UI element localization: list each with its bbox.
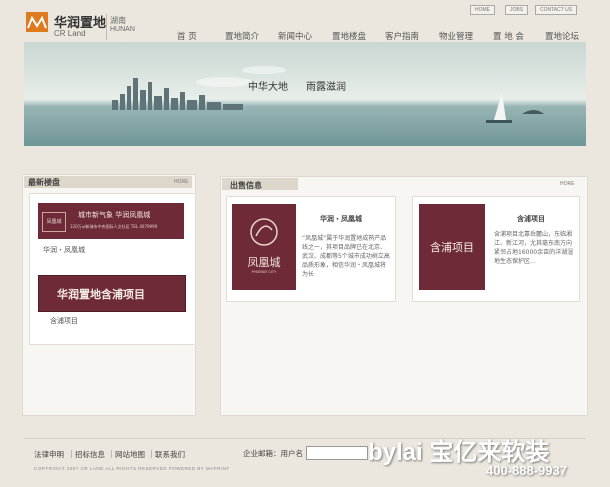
city-skyline-image <box>112 66 544 123</box>
sale-more-link[interactable]: HORE <box>560 181 574 187</box>
sale-panel-title: 出售信息 <box>230 181 262 190</box>
phoenix-card-sub: PHOENIX CITY <box>251 270 277 274</box>
latest-panel-title: 最新楼盘 <box>28 178 60 187</box>
nav-properties[interactable]: 置地楼盘 <box>332 30 366 42</box>
phoenix-card-desc: “凤凰城”属于华润置地成熟产品线之一，其项目品牌已在北京、武汉、成都等5个城市成… <box>302 235 390 278</box>
footer-link-sitemap[interactable]: 网站地图 <box>115 449 145 460</box>
phoenix-ad-info: 120万㎡新城市中央国际人文社区 TEL 4079999 <box>70 224 158 229</box>
phoenix-swirl-icon <box>250 218 278 246</box>
hanpu-card-title[interactable]: 含浦项目 <box>517 214 545 224</box>
phoenix-card-image[interactable]: 凤凰城 PHOENIX CITY <box>232 204 296 290</box>
hanpu-card-desc: 含浦项目北靠岳麓山，东临湘江、新江河，尤其毫东南方向紧邻占地16000余亩的洋湖… <box>494 231 574 265</box>
nav-club[interactable]: 置 地 会 <box>493 30 524 42</box>
footer-separator: | <box>150 449 153 458</box>
nav-news[interactable]: 新闻中心 <box>278 30 312 42</box>
email-username-input[interactable] <box>306 446 368 460</box>
latest-more-link[interactable]: HORE <box>174 179 188 185</box>
watermark-phone: 400-888-9937 <box>486 463 567 478</box>
nav-home[interactable]: 首 页 <box>177 30 197 42</box>
footer-separator: | <box>110 449 113 458</box>
nav-forum[interactable]: 置地论坛 <box>545 30 579 42</box>
logo-divider <box>106 14 107 40</box>
logo-english: CR Land <box>54 29 86 38</box>
logo-icon <box>26 12 48 32</box>
phoenix-card-title[interactable]: 华润・凤凰城 <box>320 214 362 224</box>
footer-link-contact[interactable]: 联系我们 <box>155 449 185 460</box>
latest-item-hanpu[interactable]: 含浦项目 <box>50 316 78 326</box>
hero-banner <box>24 42 586 146</box>
copyright-text: COPYRIGHT 2007 CR LAND ALL RIGHTS RESERV… <box>34 466 230 471</box>
phoenix-ad-slogan: 城市新气象 华润凤凰城 <box>78 211 151 219</box>
nav-customer-guide[interactable]: 客户指南 <box>385 30 419 42</box>
hanpu-card-logo: 含浦项目 <box>430 241 474 254</box>
region-name: 湖南 <box>110 16 126 25</box>
hanpu-project-ad[interactable]: 华润置地含浦项目 <box>38 275 186 312</box>
phoenix-card-logo: 凤凰城 <box>247 256 281 269</box>
banner-slogan-1: 中华大地 <box>248 82 288 93</box>
hanpu-card-image[interactable]: 含浦项目 <box>419 204 485 290</box>
footer-link-tender[interactable]: 招标信息 <box>75 449 105 460</box>
nav-about[interactable]: 置地简介 <box>225 30 259 42</box>
top-link-home[interactable]: HOME <box>470 5 495 15</box>
hanpu-ad-text: 华润置地含浦项目 <box>57 288 145 301</box>
nav-property-management[interactable]: 物业管理 <box>439 30 473 42</box>
phoenix-city-ad[interactable]: 凤凰城 城市新气象 华润凤凰城 120万㎡新城市中央国际人文社区 TEL 407… <box>38 203 184 239</box>
footer-link-legal[interactable]: 法律申明 <box>34 449 64 460</box>
phoenix-ad-logo: 凤凰城 <box>42 212 66 232</box>
watermark-text: bylai 宝亿来软装 <box>368 439 550 466</box>
latest-item-phoenix[interactable]: 华润・凤凰城 <box>43 245 85 255</box>
region-english: HUNAN <box>110 26 135 33</box>
banner-slogan-2: 雨露滋润 <box>306 82 346 93</box>
top-link-jobs[interactable]: JOBS <box>505 5 529 15</box>
footer-separator: | <box>70 449 73 458</box>
email-username-label: 企业邮箱：用户名 <box>243 449 303 458</box>
top-link-contact[interactable]: CONTACT US <box>535 5 578 15</box>
